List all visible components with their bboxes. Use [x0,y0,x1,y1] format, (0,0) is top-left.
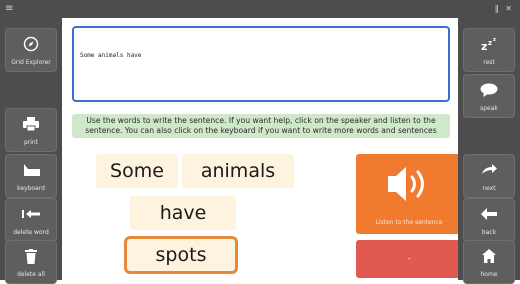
next-button[interactable]: next [463,154,515,198]
print-label: print [23,139,39,146]
rest-button[interactable]: zzz rest [463,28,515,72]
sleep-icon: zzz [464,35,514,53]
svg-text:z: z [493,37,496,43]
svg-text:z: z [481,40,487,51]
rest-label: rest [483,59,495,66]
red-action-label: - [407,255,411,263]
keyboard-icon [6,161,56,179]
listen-label: Listen to the sentence [375,219,443,226]
word-button[interactable]: have [130,196,236,230]
word-button[interactable]: animals [182,154,294,188]
speak-button[interactable]: speak [463,74,515,118]
message-text: Some animals have [80,52,142,59]
delete-word-label: delete word [13,229,49,236]
main-content: Some animals have Use the words to write… [62,18,462,280]
word-button-selected[interactable]: spots [124,236,238,274]
keyboard-button[interactable]: keyboard [5,154,57,198]
grid-explorer-label: Grid Explorer [11,59,51,66]
print-button[interactable]: print [5,108,57,152]
left-sidebar: Grid Explorer print keyboard delete word… [0,18,62,284]
message-textbox[interactable]: Some animals have [72,26,450,102]
window-controls[interactable]: ‖ ✕ [495,4,514,14]
next-arrow-icon [464,161,514,179]
trash-icon [6,247,56,265]
back-arrow-icon [464,205,514,223]
delete-word-icon [6,205,56,223]
delete-word-button[interactable]: delete word [5,198,57,242]
grid-explorer-button[interactable]: Grid Explorer [5,28,57,72]
speak-label: speak [480,105,498,112]
next-label: next [482,185,496,192]
red-action-button[interactable]: - [356,240,462,278]
word-button[interactable]: Some [96,154,178,188]
speech-bubble-icon [464,81,514,99]
compass-icon [6,35,56,53]
svg-text:z: z [488,39,492,47]
home-button[interactable]: home [463,240,515,284]
right-sidebar: zzz rest speak next back home [458,18,520,284]
home-label: home [480,271,498,278]
listen-button[interactable]: Listen to the sentence [356,154,462,234]
back-label: back [481,229,497,236]
printer-icon [6,115,56,133]
title-bar: ≡ ‖ ✕ [0,0,520,18]
back-button[interactable]: back [463,198,515,242]
home-icon [464,247,514,265]
delete-all-label: delete all [17,271,45,278]
keyboard-label: keyboard [17,185,45,192]
menu-icon[interactable]: ≡ [5,4,13,14]
delete-all-button[interactable]: delete all [5,240,57,284]
speaker-icon [356,164,462,204]
instruction-text: Use the words to write the sentence. If … [72,114,450,138]
